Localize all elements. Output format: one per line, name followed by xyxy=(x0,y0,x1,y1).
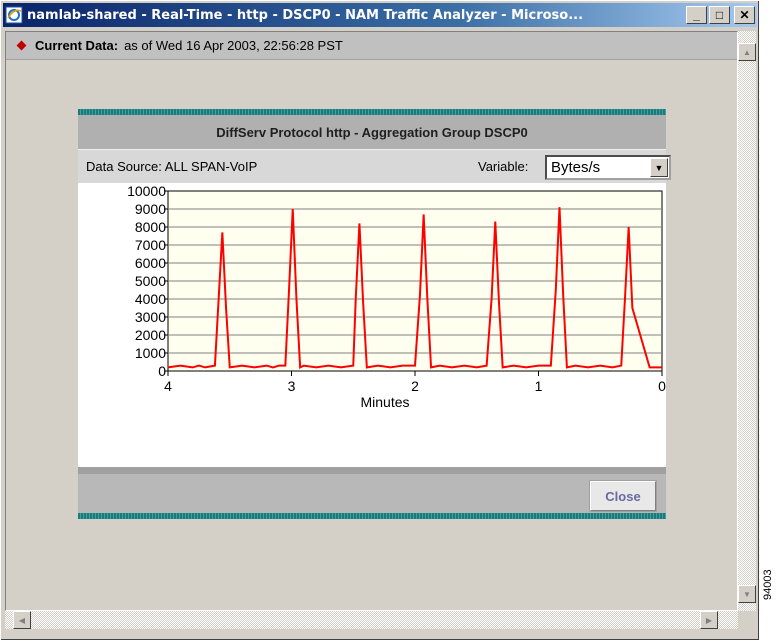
maximize-button[interactable]: □ xyxy=(709,6,730,24)
x-tick-label: 1 xyxy=(535,378,543,394)
chart-area: 0 1000 2000 3000 4000 5000 6000 7000 8000 9000 100… xyxy=(78,183,666,466)
chart-panel: DiffServ Protocol http - Aggregation Gro… xyxy=(78,109,671,519)
y-tick-label: 9000 xyxy=(135,201,166,217)
y-tick-label: 10000 xyxy=(127,183,166,199)
figure-id: 94003 xyxy=(762,569,774,600)
scroll-down-icon[interactable]: ▼ xyxy=(738,585,756,603)
y-tick-label: 6000 xyxy=(135,255,166,271)
data-source-label: Data Source: ALL SPAN-VoIP xyxy=(86,159,258,174)
y-tick-label: 2000 xyxy=(135,327,166,343)
current-data-bar: Current Data: as of Wed 16 Apr 2003, 22:… xyxy=(6,32,737,60)
y-tick-label: 0 xyxy=(158,363,166,379)
current-data-label: Current Data: xyxy=(35,38,119,53)
close-icon: ✕ xyxy=(739,8,750,22)
y-tick-label: 8000 xyxy=(135,219,166,235)
close-window-button[interactable]: ✕ xyxy=(734,6,755,24)
maximize-icon: □ xyxy=(715,8,724,22)
y-tick-label: 5000 xyxy=(135,273,166,289)
scroll-left-icon[interactable]: ◀ xyxy=(13,611,31,629)
x-tick-label: 0 xyxy=(658,378,666,394)
y-tick-label: 1000 xyxy=(135,345,166,361)
current-data-value: as of Wed 16 Apr 2003, 22:56:28 PST xyxy=(124,38,343,53)
scroll-right-icon[interactable]: ▶ xyxy=(700,611,718,629)
x-tick-label: 2 xyxy=(411,378,419,394)
panel-title: DiffServ Protocol http - Aggregation Gro… xyxy=(78,115,666,149)
browser-window: namlab-shared - Real-Time - http - DSCP0… xyxy=(0,0,760,641)
window-title: namlab-shared - Real-Time - http - DSCP0… xyxy=(27,7,584,23)
source-row: Data Source: ALL SPAN-VoIP Variable: Byt… xyxy=(78,149,671,183)
y-tick-label: 7000 xyxy=(135,237,166,253)
panel-footer: Close xyxy=(78,474,666,513)
title-bar[interactable]: namlab-shared - Real-Time - http - DSCP0… xyxy=(3,3,757,27)
close-button[interactable]: Close xyxy=(589,480,657,512)
chart-separator xyxy=(78,466,666,474)
internet-explorer-icon xyxy=(5,6,23,24)
x-tick-label: 3 xyxy=(288,378,296,394)
traffic-line-chart: 0 1000 2000 3000 4000 5000 6000 7000 8000 9000 100… xyxy=(127,183,666,410)
bullet-icon xyxy=(16,40,27,51)
variable-select-value: Bytes/s xyxy=(551,159,601,176)
variable-select[interactable]: Bytes/s ▼ xyxy=(545,155,671,180)
page-content: Current Data: as of Wed 16 Apr 2003, 22:… xyxy=(5,31,738,611)
scroll-up-icon[interactable]: ▲ xyxy=(738,43,756,61)
vertical-scrollbar[interactable]: ▲ ▼ xyxy=(738,31,756,611)
scrollbar-corner xyxy=(738,611,756,629)
panel-bottom-stripe xyxy=(78,513,666,519)
horizontal-scrollbar[interactable]: ◀ ▶ xyxy=(5,611,738,629)
dropdown-arrow-icon[interactable]: ▼ xyxy=(650,158,668,177)
minimize-button[interactable]: _ xyxy=(686,6,707,24)
x-axis-label: Minutes xyxy=(360,394,409,410)
variable-label: Variable: xyxy=(478,159,529,174)
y-tick-label: 4000 xyxy=(135,291,166,307)
y-tick-label: 3000 xyxy=(135,309,166,325)
x-tick-label: 4 xyxy=(164,378,172,394)
minimize-icon: _ xyxy=(693,8,700,22)
